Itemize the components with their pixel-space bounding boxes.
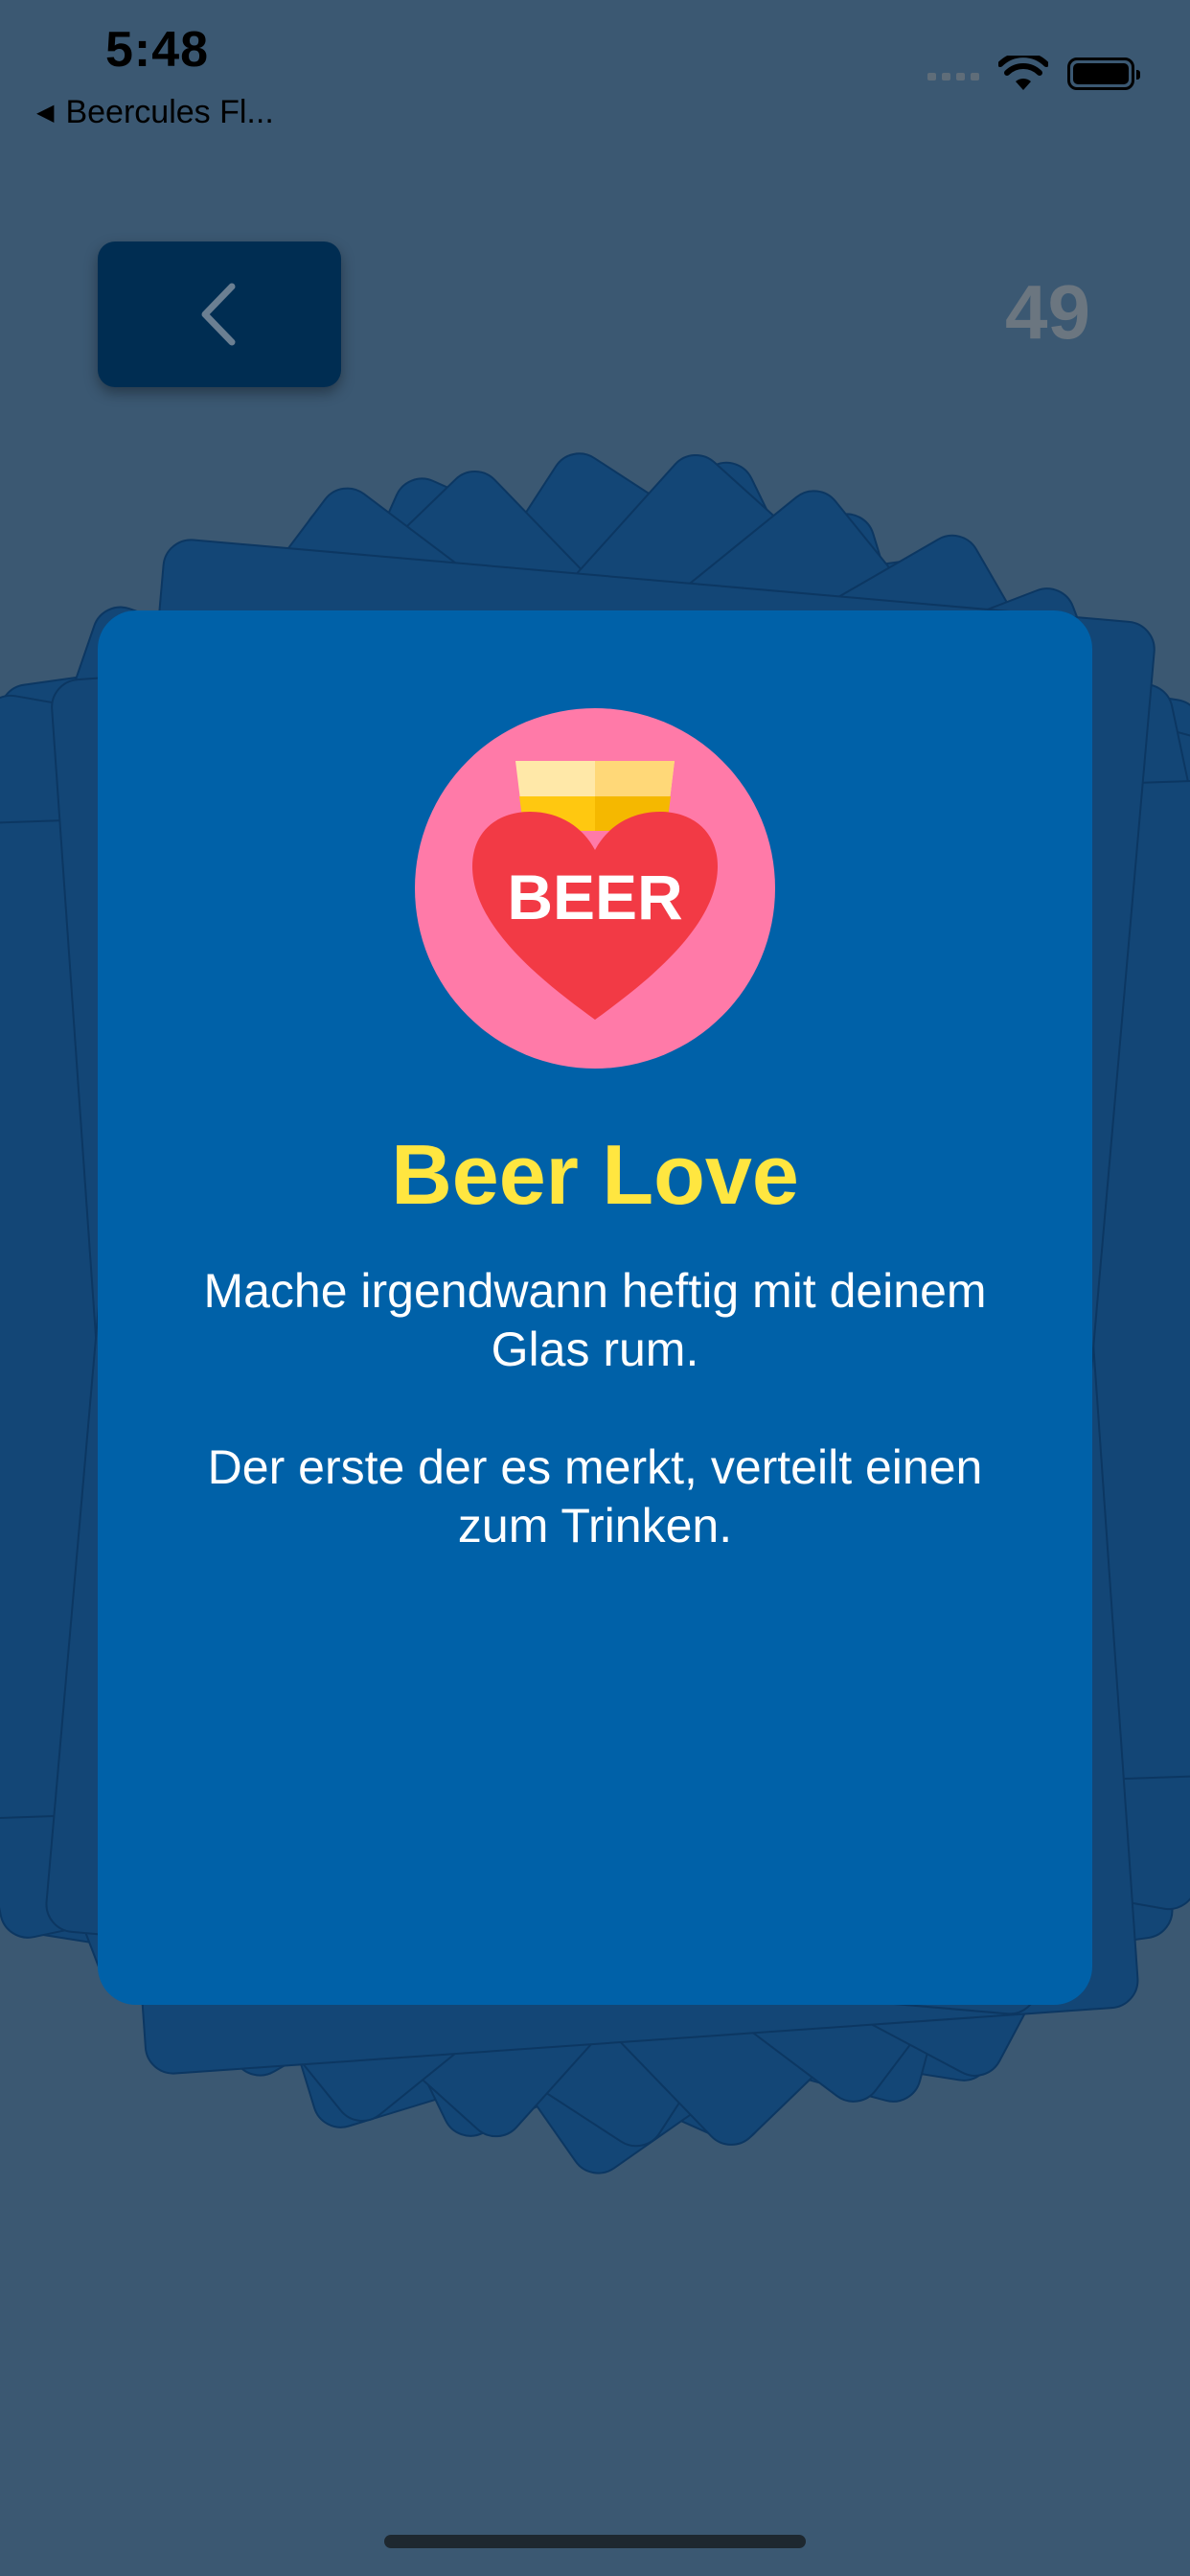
battery-icon	[1067, 58, 1140, 90]
card-title: Beer Love	[391, 1127, 799, 1222]
status-bar-time: 5:48	[105, 22, 210, 78]
home-indicator[interactable]	[384, 2535, 806, 2548]
card-paragraph: Der erste der es merkt, verteilt einen z…	[207, 1440, 983, 1552]
back-triangle-icon: ◀	[36, 99, 55, 126]
back-button[interactable]	[98, 242, 341, 387]
back-to-app-link[interactable]: ◀ Beercules Fl...	[36, 94, 274, 131]
card-description: Mache irgendwann heftig mit deinem Glas …	[194, 1262, 996, 1555]
status-indicators	[927, 56, 1140, 92]
beer-love-icon: BEER	[415, 708, 775, 1069]
cellular-signal-icon	[927, 67, 979, 80]
remaining-cards-counter: 49	[1005, 269, 1090, 355]
back-to-app-label: Beercules Fl...	[65, 94, 274, 130]
wifi-icon	[998, 56, 1048, 90]
card-paragraph: Mache irgendwann heftig mit deinem Glas …	[203, 1264, 987, 1376]
chevron-left-icon	[201, 283, 236, 346]
challenge-card[interactable]: BEER Beer Love Mache irgendwann heftig m…	[98, 610, 1092, 2005]
badge-text: BEER	[507, 862, 682, 932]
